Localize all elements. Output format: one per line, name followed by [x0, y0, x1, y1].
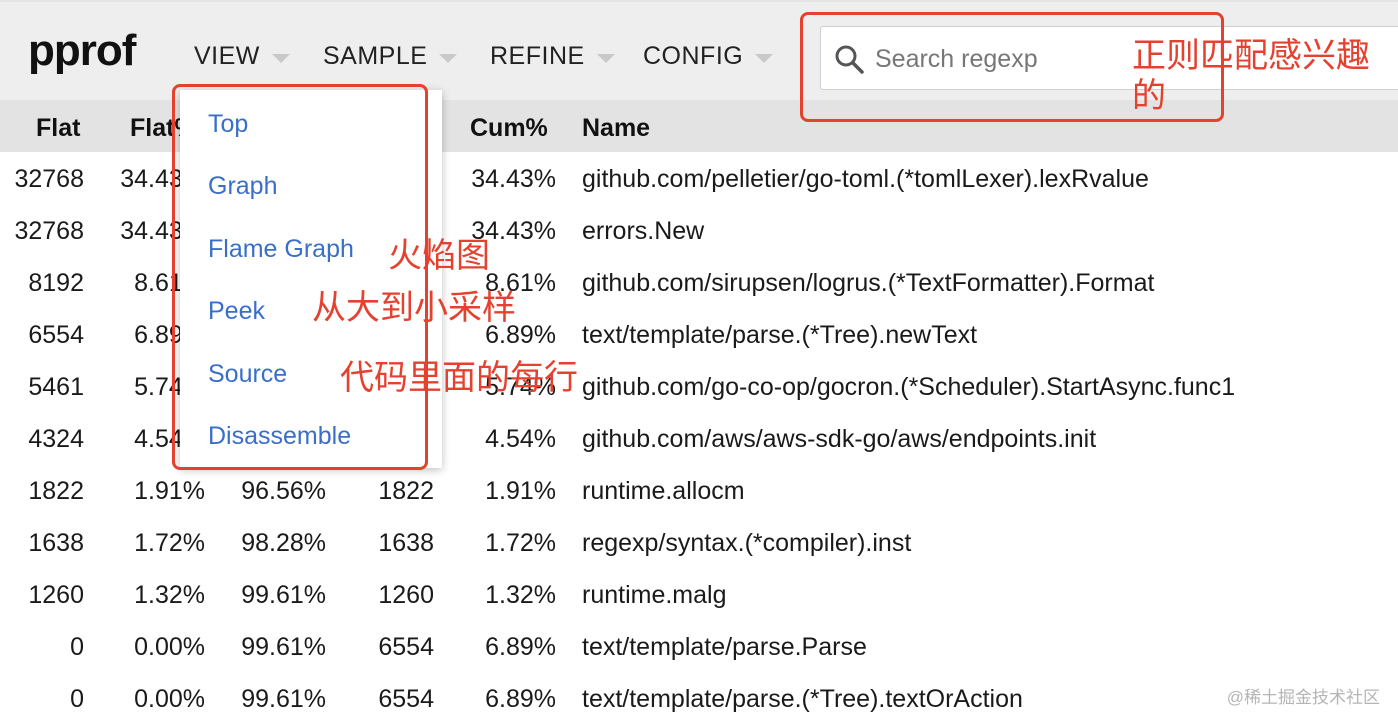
view-menu-label: VIEW	[194, 42, 260, 70]
refine-menu-label: REFINE	[490, 42, 585, 70]
dropdown-highlight-box	[172, 84, 428, 470]
cell-cum-percent: 4.54%	[485, 425, 556, 453]
cell-function-name: text/template/parse.(*Tree).textOrAction	[582, 685, 1023, 713]
cell-flat: 0	[70, 633, 84, 661]
cell-cum: 6554	[378, 633, 434, 661]
chevron-down-icon	[755, 54, 774, 63]
cell-flat-percent: 0.00%	[134, 685, 205, 713]
cell-function-name: runtime.malg	[582, 581, 727, 609]
cell-flat: 32768	[14, 217, 84, 245]
table-row[interactable]: 1638 1.72% 98.28% 1638 1.72% regexp/syntax.(*…	[0, 516, 1398, 568]
flame-graph-annotation: 火焰图	[388, 237, 490, 275]
cell-function-name: errors.New	[582, 217, 705, 245]
cell-function-name: regexp/syntax.(*compiler).inst	[582, 529, 912, 557]
cell-function-name: runtime.allocm	[582, 477, 745, 505]
cell-flat: 1638	[28, 529, 84, 557]
cell-function-name: text/template/parse.(*Tree).newText	[582, 321, 978, 349]
cell-sum-percent: 96.56%	[241, 477, 326, 505]
source-annotation: 代码里面的每行	[340, 359, 578, 397]
table-row[interactable]: 0 0.00% 99.61% 6554 6.89% text/template/parse…	[0, 672, 1398, 724]
cell-flat: 1822	[28, 477, 84, 505]
cell-cum: 1638	[378, 529, 434, 557]
cell-sum-percent: 99.61%	[241, 685, 326, 713]
cell-cum-percent: 1.91%	[485, 477, 556, 505]
cell-sum-percent: 98.28%	[241, 529, 326, 557]
cell-flat: 32768	[14, 165, 84, 193]
cell-flat-percent: 1.91%	[134, 477, 205, 505]
cell-cum-percent: 6.89%	[485, 685, 556, 713]
cell-cum-percent: 1.32%	[485, 581, 556, 609]
table-row[interactable]: 1822 1.91% 96.56% 1822 1.91% runtime.allocm	[0, 464, 1398, 516]
refine-menu-button[interactable]: REFINE	[490, 42, 615, 71]
sample-menu-label: SAMPLE	[323, 42, 428, 70]
cell-cum: 6554	[378, 685, 434, 713]
cell-sum-percent: 99.61%	[241, 633, 326, 661]
watermark: @稀土掘金技术社区	[1226, 688, 1380, 707]
cell-cum: 1822	[378, 477, 434, 505]
cell-flat: 5461	[28, 373, 84, 401]
cell-sum-percent: 99.61%	[241, 581, 326, 609]
cell-flat: 1260	[28, 581, 84, 609]
cell-cum: 1260	[378, 581, 434, 609]
table-row[interactable]: 0 0.00% 99.61% 6554 6.89% text/template/parse…	[0, 620, 1398, 672]
cell-flat: 6554	[28, 321, 84, 349]
cell-flat-percent: 1.72%	[134, 529, 205, 557]
chevron-down-icon	[271, 54, 290, 63]
config-menu-label: CONFIG	[643, 42, 744, 70]
cell-flat: 8192	[28, 269, 84, 297]
chevron-down-icon	[596, 54, 615, 63]
column-header-cum-percent[interactable]: Cum%	[470, 114, 548, 143]
view-menu-button[interactable]: VIEW	[194, 42, 290, 71]
cell-flat: 4324	[28, 425, 84, 453]
sample-menu-button[interactable]: SAMPLE	[323, 42, 458, 71]
cell-function-name: github.com/go-co-op/gocron.(*Scheduler).…	[582, 373, 1236, 401]
cell-function-name: text/template/parse.Parse	[582, 633, 867, 661]
cell-function-name: github.com/aws/aws-sdk-go/aws/endpoints.…	[582, 425, 1097, 453]
cell-cum-percent: 6.89%	[485, 633, 556, 661]
cell-function-name: github.com/pelletier/go-toml.(*tomlLexer…	[582, 165, 1149, 193]
search-annotation: 正则匹配感兴趣的	[1132, 37, 1370, 115]
column-header-name[interactable]: Name	[582, 114, 650, 143]
cell-flat-percent: 1.32%	[134, 581, 205, 609]
chevron-down-icon	[439, 54, 458, 63]
cell-flat-percent: 0.00%	[134, 633, 205, 661]
cell-function-name: github.com/sirupsen/logrus.(*TextFormatt…	[582, 269, 1155, 297]
table-row[interactable]: 1260 1.32% 99.61% 1260 1.32% runtime.malg	[0, 568, 1398, 620]
column-header-flat[interactable]: Flat	[36, 114, 80, 143]
cell-cum-percent: 1.72%	[485, 529, 556, 557]
peek-annotation: 从大到小采样	[312, 289, 516, 327]
config-menu-button[interactable]: CONFIG	[643, 42, 774, 71]
cell-flat: 0	[70, 685, 84, 713]
app-logo[interactable]: pprof	[28, 26, 136, 76]
cell-cum-percent: 34.43%	[471, 165, 556, 193]
